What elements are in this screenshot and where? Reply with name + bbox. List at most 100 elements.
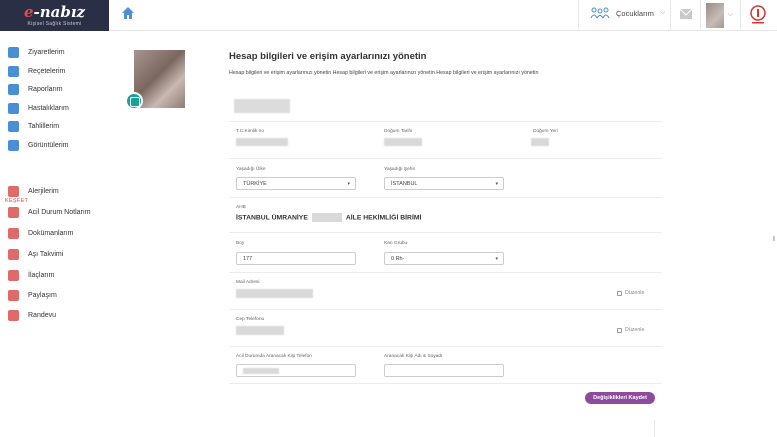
enabiz-logo[interactable]: e-nabız Kişisel Sağlık Sistemi: [0, 0, 109, 31]
allergy-icon: [8, 185, 19, 197]
country-value: TÜRKİYE: [243, 180, 267, 187]
sidebar-item-prescriptions[interactable]: Reçetelerim: [8, 64, 65, 78]
city-value: İSTANBUL: [391, 180, 418, 187]
sidebar-item-label: Tahlillerim: [28, 122, 60, 130]
sidebar-item-label: Paylaşım: [28, 291, 57, 299]
user-avatar[interactable]: [706, 3, 724, 28]
report-icon: [8, 83, 19, 95]
logo-subtitle: Kişisel Sağlık Sistemi: [27, 20, 82, 27]
sidebar-item-allergies[interactable]: Alerjilerim: [8, 184, 59, 198]
ministry-logo-icon: [750, 5, 766, 24]
ahb-value: İSTANBUL ÜMRANİYE AİLE HEKİMLİĞİ BİRİMİ: [236, 213, 422, 222]
city-label: Yaşadığı Şehir: [384, 167, 416, 172]
vaccine-icon: [8, 248, 19, 260]
children-label: Çocuklarım: [616, 8, 654, 18]
divider: [229, 346, 662, 347]
caret-down-icon: ▾: [347, 181, 350, 187]
sidebar-item-label: Görüntülerim: [28, 141, 69, 149]
sidebar-item-share[interactable]: Paylaşım: [8, 288, 57, 302]
edit-icon: [617, 290, 622, 296]
logo-text: e-nabız: [23, 2, 86, 21]
chevron-down-icon[interactable]: ⌵: [728, 11, 733, 19]
sidebar-item-medications[interactable]: İlaçlarım: [8, 268, 54, 282]
emergency-name-input[interactable]: [384, 364, 504, 377]
birth-date-redacted: [384, 138, 422, 146]
tc-value-redacted: [236, 138, 288, 146]
country-label: Yaşadığı Ülke: [236, 167, 266, 172]
medication-icon: [8, 269, 19, 281]
height-input[interactable]: 177: [236, 252, 356, 265]
lab-test-icon: [8, 120, 19, 132]
divider: [229, 383, 662, 384]
image-scan-icon: [8, 139, 19, 151]
page-title: Hesap bilgileri ve erişim ayarlarınızı y…: [229, 51, 427, 62]
emergency-phone-label: Acil Durumda Aranacak Kişi Telefon: [236, 354, 312, 359]
caret-down-icon: ▾: [495, 181, 498, 187]
sidebar-item-label: Alerjilerim: [28, 187, 59, 195]
edit-email-link[interactable]: Düzenle: [617, 290, 644, 296]
city-select[interactable]: İSTANBUL ▾: [384, 177, 504, 190]
share-icon: [8, 289, 19, 301]
sidebar-item-label: Reçetelerim: [28, 67, 66, 75]
birth-date-label: Doğum Tarihi: [384, 129, 413, 134]
email-redacted: [236, 289, 313, 298]
divider: [229, 309, 662, 310]
sidebar-item-documents[interactable]: Dokümanlarım: [8, 226, 74, 240]
blood-group-label: Kan Grubu: [384, 241, 408, 246]
edit-phone-link[interactable]: Düzenle: [617, 327, 644, 333]
phone-label: Cep Telefonu: [236, 317, 265, 322]
divider: [229, 272, 662, 273]
ahb-label: AHB: [236, 205, 246, 210]
sidebar-item-label: Raporlarım: [28, 85, 63, 93]
edit-icon: [617, 327, 622, 333]
sidebar-item-visits[interactable]: Ziyaretlerim: [8, 45, 65, 59]
chevron-down-icon: ⌵: [659, 9, 666, 16]
emergency-phone-redacted: [243, 367, 279, 374]
blood-group-select[interactable]: 0 Rh- ▾: [384, 252, 504, 265]
divider: [229, 232, 662, 233]
sidebar-item-appointment[interactable]: Randevu: [8, 308, 56, 322]
sidebar: Ziyaretlerim Reçetelerim Raporlarım Hast…: [0, 31, 109, 437]
text-cursor-icon: I: [773, 236, 775, 243]
divider: [578, 0, 579, 31]
blood-group-value: 0 Rh-: [391, 255, 405, 262]
divider: [654, 420, 655, 437]
document-icon: [8, 227, 19, 239]
divider: [229, 121, 662, 122]
sidebar-item-label: Randevu: [28, 311, 57, 319]
sidebar-item-label: İlaçlarım: [28, 271, 55, 279]
divider: [229, 197, 662, 198]
caret-down-icon: ▾: [495, 256, 498, 262]
page-description: Hesap bilgileri ve erişim ayarlarınızı y…: [229, 70, 539, 76]
email-label: Mail Adresi: [236, 280, 260, 285]
sidebar-item-label: Dokümanlarım: [28, 229, 74, 237]
birth-place-redacted: [531, 138, 549, 146]
sidebar-item-reports[interactable]: Raporlarım: [8, 82, 63, 96]
emergency-note-icon: [8, 206, 19, 218]
prescription-icon: [8, 65, 19, 77]
birth-place-label: Doğum Yeri: [533, 129, 558, 134]
emergency-phone-input[interactable]: [236, 364, 356, 377]
top-bar: e-nabız Kişisel Sağlık Sistemi Çocukları…: [0, 0, 777, 31]
save-changes-button[interactable]: Değişiklikleri Kaydet: [585, 392, 655, 404]
section-label-explore: KEŞFET: [5, 198, 29, 204]
children-menu[interactable]: Çocuklarım ⌵: [590, 7, 665, 19]
height-label: Boy: [236, 241, 245, 246]
divider: [229, 158, 662, 159]
camera-icon[interactable]: [125, 92, 143, 110]
sidebar-item-label: Acil Durum Notlarım: [28, 208, 91, 216]
sidebar-item-images[interactable]: Görüntülerim: [8, 138, 68, 152]
sidebar-item-lab-tests[interactable]: Tahlillerim: [8, 119, 59, 133]
divider: [700, 0, 701, 31]
family-icon: [590, 7, 610, 19]
building-icon: [8, 46, 19, 58]
sidebar-item-vaccine[interactable]: Aşı Takvimi: [8, 247, 63, 261]
tc-label: T.C.Kimlik no: [236, 129, 264, 134]
home-icon[interactable]: [121, 6, 135, 20]
sidebar-item-diseases[interactable]: Hastalıklarım: [8, 101, 69, 115]
disease-icon: [8, 102, 19, 114]
sidebar-item-emergency-notes[interactable]: Acil Durum Notlarım: [8, 205, 91, 219]
country-select[interactable]: TÜRKİYE ▾: [236, 177, 356, 190]
mail-icon[interactable]: [679, 8, 693, 20]
user-name-redacted: [234, 99, 290, 113]
